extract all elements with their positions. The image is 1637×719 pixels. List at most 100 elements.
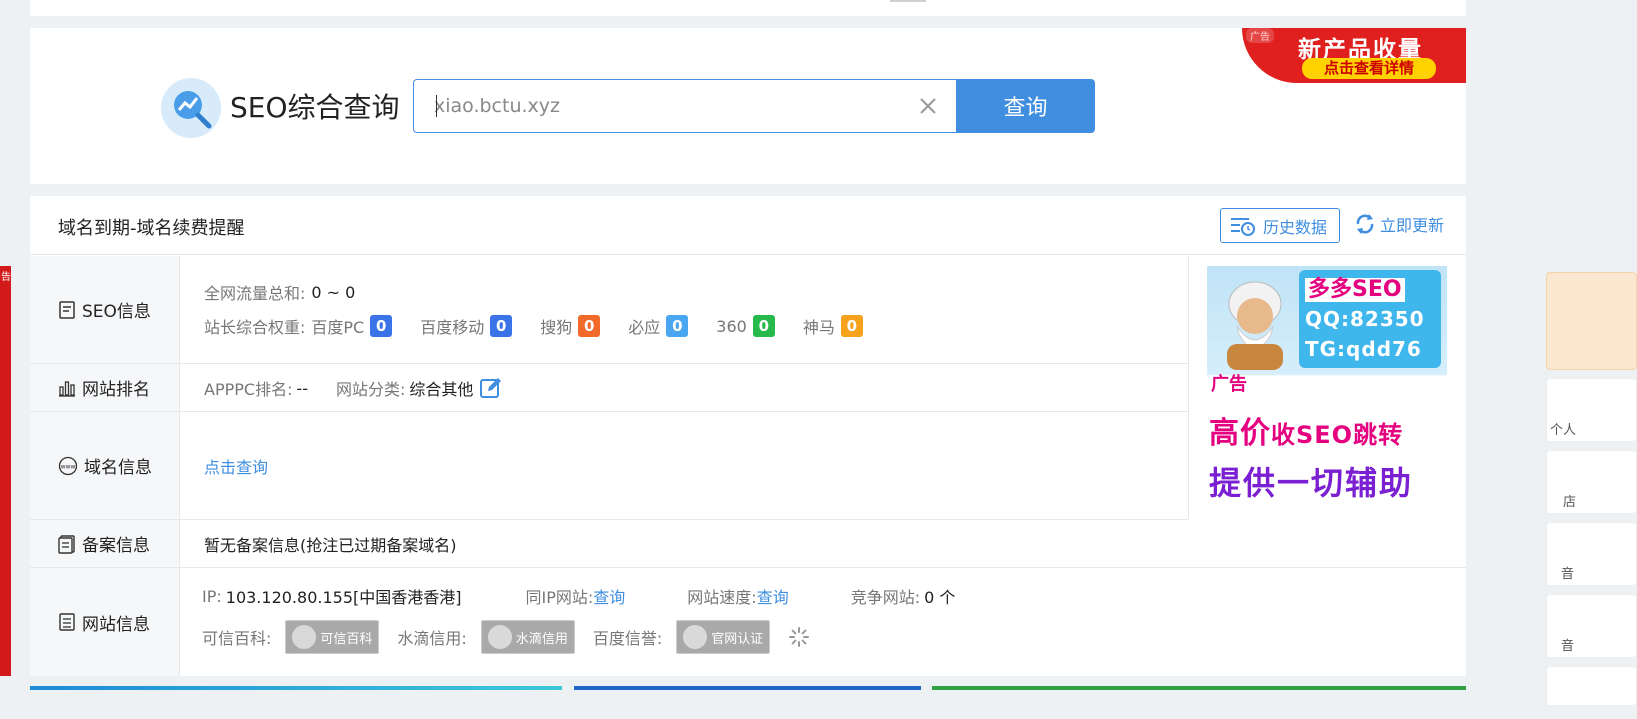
ad-character-image	[1227, 281, 1283, 370]
weight-item: 必应 0	[628, 314, 689, 338]
seo-result-card: 域名到期-域名续费提醒 历史数据 立即更新 SEO信息 全网流量总和: 0 ~ …	[30, 196, 1466, 676]
search-button[interactable]: 查询	[956, 79, 1095, 133]
seo-info-label-text: SEO信息	[82, 302, 151, 322]
sidebar-card-1[interactable]	[1546, 272, 1637, 370]
sidebar-card-3[interactable]: 店	[1546, 450, 1637, 514]
right-sidebar: 个人 店 音 音	[1546, 0, 1637, 719]
card-header: 域名到期-域名续费提醒 历史数据 立即更新	[30, 196, 1466, 255]
bar-chart-icon	[59, 380, 75, 397]
ad-headline-1: 高价收SEO跳转	[1209, 408, 1403, 452]
top-strip	[30, 0, 1466, 16]
domain-info-label: www 域名信息	[30, 412, 180, 519]
compete-label: 竞争网站:	[850, 588, 921, 607]
shuidi-label: 水滴信用:	[397, 629, 467, 648]
clear-icon[interactable]	[918, 96, 938, 116]
weight-badge: 0	[840, 315, 863, 337]
sidebar-card-5[interactable]: 音	[1546, 594, 1637, 658]
speed-label: 网站速度:	[687, 588, 757, 607]
history-icon	[1231, 217, 1255, 236]
bottom-strip-3	[932, 686, 1466, 690]
weight-name: 360	[716, 316, 747, 336]
search-input[interactable]	[434, 80, 894, 132]
weight-badge: 0	[666, 315, 689, 337]
search-panel: SEO综合查询 查询 广告 新产品收量 点击查看详情	[30, 28, 1466, 184]
ip-value: 103.120.80.155[中国香港香港]	[225, 588, 462, 607]
sidebar-card-4[interactable]: 音	[1546, 522, 1637, 586]
weight-item: 百度移动 0	[420, 314, 513, 338]
same-ip-link[interactable]: 查询	[593, 584, 625, 608]
top-ad-banner[interactable]: 广告 新产品收量 点击查看详情	[1242, 28, 1466, 83]
weight-badge: 0	[370, 315, 393, 337]
list-icon	[59, 613, 75, 631]
site-ip-line: IP: 103.120.80.155[中国香港香港] 同IP网站: 查询 网站速…	[202, 584, 955, 608]
history-data-button[interactable]: 历史数据	[1220, 208, 1340, 243]
ad-line1: 多多SEO	[1305, 278, 1405, 302]
kexin-label: 可信百科:	[202, 629, 272, 648]
bottom-strip-1	[30, 686, 562, 690]
water-drop-icon	[487, 625, 512, 649]
page-title: SEO综合查询	[230, 91, 400, 124]
beian-value: 暂无备案信息(抢注已过期备案域名)	[204, 536, 457, 555]
site-info-row: 网站信息 IP: 103.120.80.155[中国香港香港] 同IP网站: 查…	[30, 568, 1466, 676]
ad-headline-1a: 高价	[1209, 416, 1271, 451]
loading-spinner-icon	[789, 627, 810, 647]
sidebar-card-4-text: 音	[1561, 567, 1575, 582]
trust-line: 可信百科: 可信百科 水滴信用: 水滴信用 百度信誉: 官网认证	[202, 620, 810, 654]
weight-badge: 0	[752, 315, 775, 337]
ad-tag: 广告	[1246, 28, 1274, 43]
domain-query-link[interactable]: 点击查询	[204, 454, 268, 478]
weight-name: 必应	[628, 318, 661, 337]
traffic-value: 0 ~ 0	[311, 282, 356, 302]
edit-icon[interactable]	[479, 376, 503, 400]
sidebar-card-2[interactable]: 个人	[1546, 378, 1637, 442]
refresh-label: 立即更新	[1380, 216, 1445, 235]
history-label: 历史数据	[1263, 217, 1328, 237]
ranking-label: 网站排名	[30, 364, 180, 411]
baidu-label: 百度信誉:	[592, 629, 663, 648]
category-value: 综合其他	[409, 380, 474, 399]
beian-label-text: 备案信息	[82, 536, 150, 556]
left-edge-ad[interactable]: 告	[0, 266, 11, 676]
right-ad-tag: 广告	[1211, 374, 1247, 395]
kexin-badge-icon	[292, 625, 317, 649]
seo-logo-icon	[161, 78, 221, 138]
category-label: 网站分类:	[336, 380, 406, 399]
refresh-button[interactable]: 立即更新	[1354, 212, 1444, 236]
traffic-line: 全网流量总和: 0 ~ 0	[204, 280, 355, 304]
baidu-badge[interactable]: 官网认证	[676, 620, 771, 654]
beian-label: 备案信息	[30, 520, 180, 567]
ad-headline-2: 提供一切辅助	[1209, 464, 1414, 502]
domain-info-row: www 域名信息 点击查询	[30, 412, 1188, 520]
apppc-value: --	[296, 378, 309, 398]
record-icon	[58, 534, 75, 554]
weight-name: 神马	[802, 318, 835, 337]
traffic-label: 全网流量总和:	[204, 284, 306, 303]
sidebar-card-3-text: 店	[1563, 495, 1577, 510]
seo-info-row: SEO信息 全网流量总和: 0 ~ 0 站长综合权重: 百度PC 0 百度移动 0 搜狗…	[30, 256, 1188, 364]
search-box[interactable]	[413, 79, 956, 133]
weight-name: 搜狗	[540, 318, 573, 337]
speed-link[interactable]: 查询	[757, 584, 789, 608]
kexin-badge[interactable]: 可信百科	[285, 620, 380, 654]
right-ad-panel[interactable]: 多多SEO QQ:82350 TG:qdd76 广告 高价收SEO跳转 提供一切…	[1188, 256, 1466, 519]
document-icon	[59, 300, 75, 319]
weight-item: 搜狗 0	[540, 314, 601, 338]
right-ad-image[interactable]: 多多SEO QQ:82350 TG:qdd76 广告 高价收SEO跳转 提供一切…	[1207, 266, 1447, 506]
baidu-badge-text: 官网认证	[711, 631, 764, 647]
same-ip-label: 同IP网站:	[525, 588, 594, 607]
ad-line2: QQ:82350	[1305, 307, 1425, 331]
left-edge-ad-tag: 告	[1, 272, 11, 283]
weight-badge: 0	[578, 315, 601, 337]
ranking-line: APPPC排名: -- 网站分类: 综合其他	[204, 376, 503, 400]
site-info-label-text: 网站信息	[82, 614, 150, 635]
sidebar-card-2-text: 个人	[1550, 423, 1577, 438]
top-strip-nub	[890, 0, 926, 2]
sidebar-card-5-text: 音	[1561, 639, 1575, 654]
ad-line3: TG:qdd76	[1305, 337, 1422, 361]
text-caret	[436, 95, 437, 117]
sidebar-card-6[interactable]	[1546, 666, 1637, 706]
weight-label: 站长综合权重:	[204, 318, 306, 337]
weight-badge: 0	[490, 315, 513, 337]
shuidi-badge[interactable]: 水滴信用	[480, 620, 575, 654]
ranking-label-text: 网站排名	[82, 380, 150, 400]
